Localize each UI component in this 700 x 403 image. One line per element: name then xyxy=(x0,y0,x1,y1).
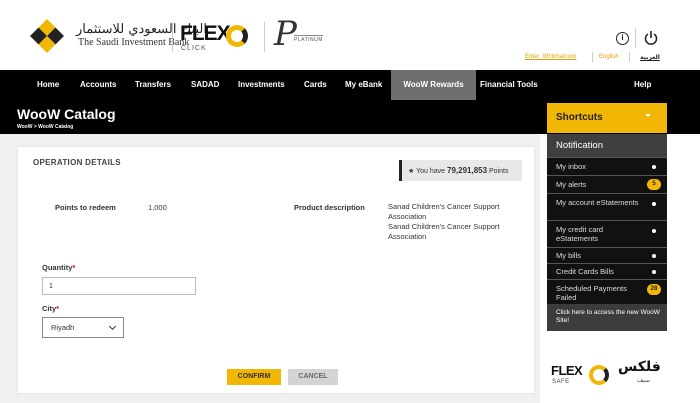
shortcut-item-credit-cards-bills[interactable]: Credit Cards Bills xyxy=(547,263,667,279)
shortcut-item-my-bills[interactable]: My bills xyxy=(547,247,667,263)
shortcut-item-label: Scheduled Payments Failed xyxy=(556,284,627,302)
shortcut-item-label: My account eStatements xyxy=(556,198,639,207)
flex-safe-sub-arabic: سيف xyxy=(637,378,651,384)
shortcut-item-account-estatements[interactable]: My account eStatements xyxy=(547,193,667,220)
shortcuts-title: Shortcuts xyxy=(556,112,603,123)
product-description-line: Sanad Children's Cancer Support Associat… xyxy=(388,222,500,241)
shortcut-item-label: My alerts xyxy=(556,180,587,189)
quantity-label-text: Quantity xyxy=(42,263,73,272)
header-link-divider xyxy=(592,52,593,62)
shortcut-item-my-alerts[interactable]: My alerts 5 xyxy=(547,175,667,193)
city-label-text: City xyxy=(42,304,57,313)
nav-item-help[interactable]: Help xyxy=(624,70,661,100)
flex-safe-ring-icon xyxy=(589,365,609,385)
points-to-redeem-label: Points to redeem xyxy=(55,203,116,212)
username-link[interactable]: Enter_Whitmarcom xyxy=(525,54,576,60)
bank-logo-icon[interactable] xyxy=(30,19,64,53)
nav-item-my-ebank[interactable]: My eBank xyxy=(335,70,392,100)
alerts-count-badge: 5 xyxy=(647,179,661,190)
nav-item-cards[interactable]: Cards xyxy=(294,70,337,100)
dot-icon xyxy=(652,254,656,258)
platinum-label: PLATINUM xyxy=(294,35,323,43)
flex-sub-label: CLICK xyxy=(181,45,207,52)
notification-title: Notification xyxy=(556,140,603,151)
dot-icon xyxy=(652,202,656,206)
woow-site-link-label: Click here to access the new WooW Site! xyxy=(556,309,660,324)
shortcut-item-label: Credit Cards Bills xyxy=(556,267,614,276)
header-icon-divider xyxy=(635,28,636,48)
chevron-down-icon xyxy=(108,322,117,331)
required-mark: * xyxy=(56,304,60,313)
cancel-button[interactable]: CANCEL xyxy=(288,369,338,385)
nav-item-home[interactable]: Home xyxy=(27,70,69,100)
flex-ring-icon xyxy=(226,25,248,47)
page-title: WooW Catalog xyxy=(17,106,116,122)
app-header: البنك السعودي للاستثمار The Saudi Invest… xyxy=(0,0,700,70)
operation-details-title: OPERATION DETAILS xyxy=(33,158,121,167)
confirm-button[interactable]: CONFIRM xyxy=(227,369,281,385)
shortcut-item-label: My credit card eStatements xyxy=(556,225,604,243)
quantity-label: Quantity* xyxy=(42,263,75,272)
shortcut-item-label: My bills xyxy=(556,251,582,260)
points-prefix: You have xyxy=(416,168,446,175)
caret-down-icon xyxy=(645,114,651,117)
operation-card xyxy=(17,146,535,394)
dot-icon xyxy=(652,229,656,233)
nav-item-transfers[interactable]: Transfers xyxy=(125,70,181,100)
platinum-letter-icon: P xyxy=(274,14,297,54)
city-select-value: Riyadh xyxy=(51,323,75,332)
language-english-link[interactable]: English xyxy=(599,54,619,60)
platinum-logo: P PLATINUM xyxy=(274,14,344,54)
points-suffix: Points xyxy=(489,168,509,175)
flex-safe-sub: SAFE xyxy=(552,379,570,385)
nav-item-investments[interactable]: Investments xyxy=(228,70,295,100)
language-arabic-link[interactable]: العربية xyxy=(640,54,660,61)
product-description-value: Sanad Children's Cancer Support Associat… xyxy=(388,202,528,242)
header-divider xyxy=(264,22,265,52)
main-nav: Home Accounts Transfers SADAD Investment… xyxy=(0,70,700,100)
product-description-label: Product description xyxy=(294,203,365,212)
header-link-divider xyxy=(629,52,630,62)
dot-icon xyxy=(652,270,656,274)
flex-brand: FLEX xyxy=(180,22,231,45)
product-description-line: Sanad Children's Cancer Support Associat… xyxy=(388,202,500,221)
flex-safe-brand: FLEX xyxy=(551,363,583,378)
flex-safe-brand-arabic: فلكس xyxy=(618,359,661,375)
header-divider xyxy=(172,22,173,52)
nav-item-accounts[interactable]: Accounts xyxy=(70,70,126,100)
city-select[interactable]: Riyadh xyxy=(42,317,124,338)
failed-payments-badge: 28 xyxy=(647,284,661,295)
power-icon[interactable] xyxy=(644,30,658,46)
shortcut-item-credit-card-estatements[interactable]: My credit card eStatements xyxy=(547,220,667,247)
quantity-input[interactable] xyxy=(42,277,196,295)
points-value: 79,291,853 xyxy=(447,166,488,175)
nav-item-woow-rewards[interactable]: WooW Rewards xyxy=(391,70,476,100)
dot-icon xyxy=(652,165,656,169)
required-mark: * xyxy=(72,263,76,272)
breadcrumb[interactable]: WooW > WooW Catalog xyxy=(17,124,73,130)
city-label: City* xyxy=(42,304,59,313)
shortcut-item-my-inbox[interactable]: My inbox xyxy=(547,157,667,175)
shortcut-item-label: My inbox xyxy=(556,162,587,171)
points-to-redeem-value: 1,000 xyxy=(148,203,167,212)
shortcut-item-scheduled-payments-failed[interactable]: Scheduled Payments Failed 28 xyxy=(547,279,667,304)
star-icon: ★ xyxy=(408,168,415,175)
nav-item-financial-tools[interactable]: Financial Tools xyxy=(470,70,548,100)
info-icon[interactable]: i xyxy=(616,32,629,45)
nav-item-sadad[interactable]: SADAD xyxy=(181,70,229,100)
points-balance-badge: ★ You have 79,291,853 Points xyxy=(399,160,522,181)
